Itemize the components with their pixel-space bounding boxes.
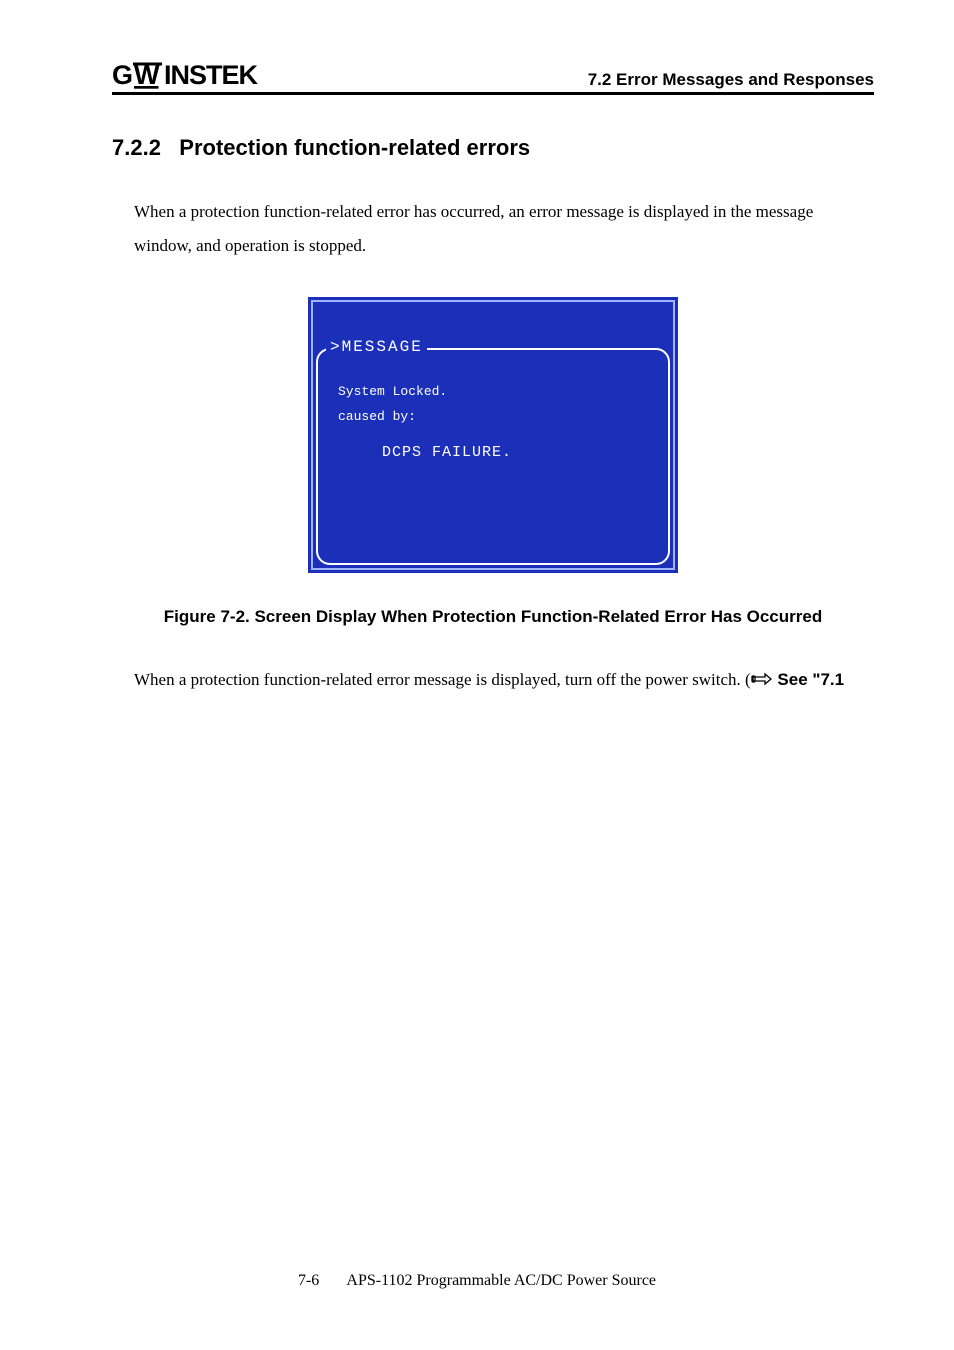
figure-image: >MESSAGE System Locked. caused by: DCPS …	[112, 297, 874, 573]
section-heading: 7.2.2 Protection function-related errors	[112, 135, 874, 161]
message-line: caused by:	[338, 405, 648, 430]
ref-see: See "7.1	[773, 670, 844, 689]
page-footer: 7-6 APS-1102 Programmable AC/DC Power So…	[0, 1272, 954, 1290]
pointing-hand-icon	[751, 667, 773, 698]
svg-text:G: G	[112, 60, 132, 90]
message-line: System Locked.	[338, 380, 648, 405]
message-window: >MESSAGE System Locked. caused by: DCPS …	[316, 348, 670, 565]
ref-text: When a protection function-related error…	[134, 670, 751, 689]
header-section-ref: 7.2 Error Messages and Responses	[588, 70, 874, 90]
brand-logo: G W INSTEK	[112, 60, 292, 90]
section-number: 7.2.2	[112, 135, 161, 160]
message-error-code: DCPS FAILURE.	[382, 439, 648, 468]
figure-caption: Figure 7-2. Screen Display When Protecti…	[100, 607, 886, 627]
intro-paragraph: When a protection function-related error…	[134, 195, 874, 263]
message-window-title: >MESSAGE	[326, 338, 427, 356]
document-title: APS-1102 Programmable AC/DC Power Source	[346, 1272, 656, 1289]
section-title-text: Protection function-related errors	[179, 135, 530, 160]
page-header: G W INSTEK 7.2 Error Messages and Respon…	[112, 60, 874, 95]
page-number: 7-6	[298, 1272, 319, 1289]
reference-paragraph: When a protection function-related error…	[134, 665, 874, 698]
svg-text:INSTEK: INSTEK	[164, 60, 259, 90]
